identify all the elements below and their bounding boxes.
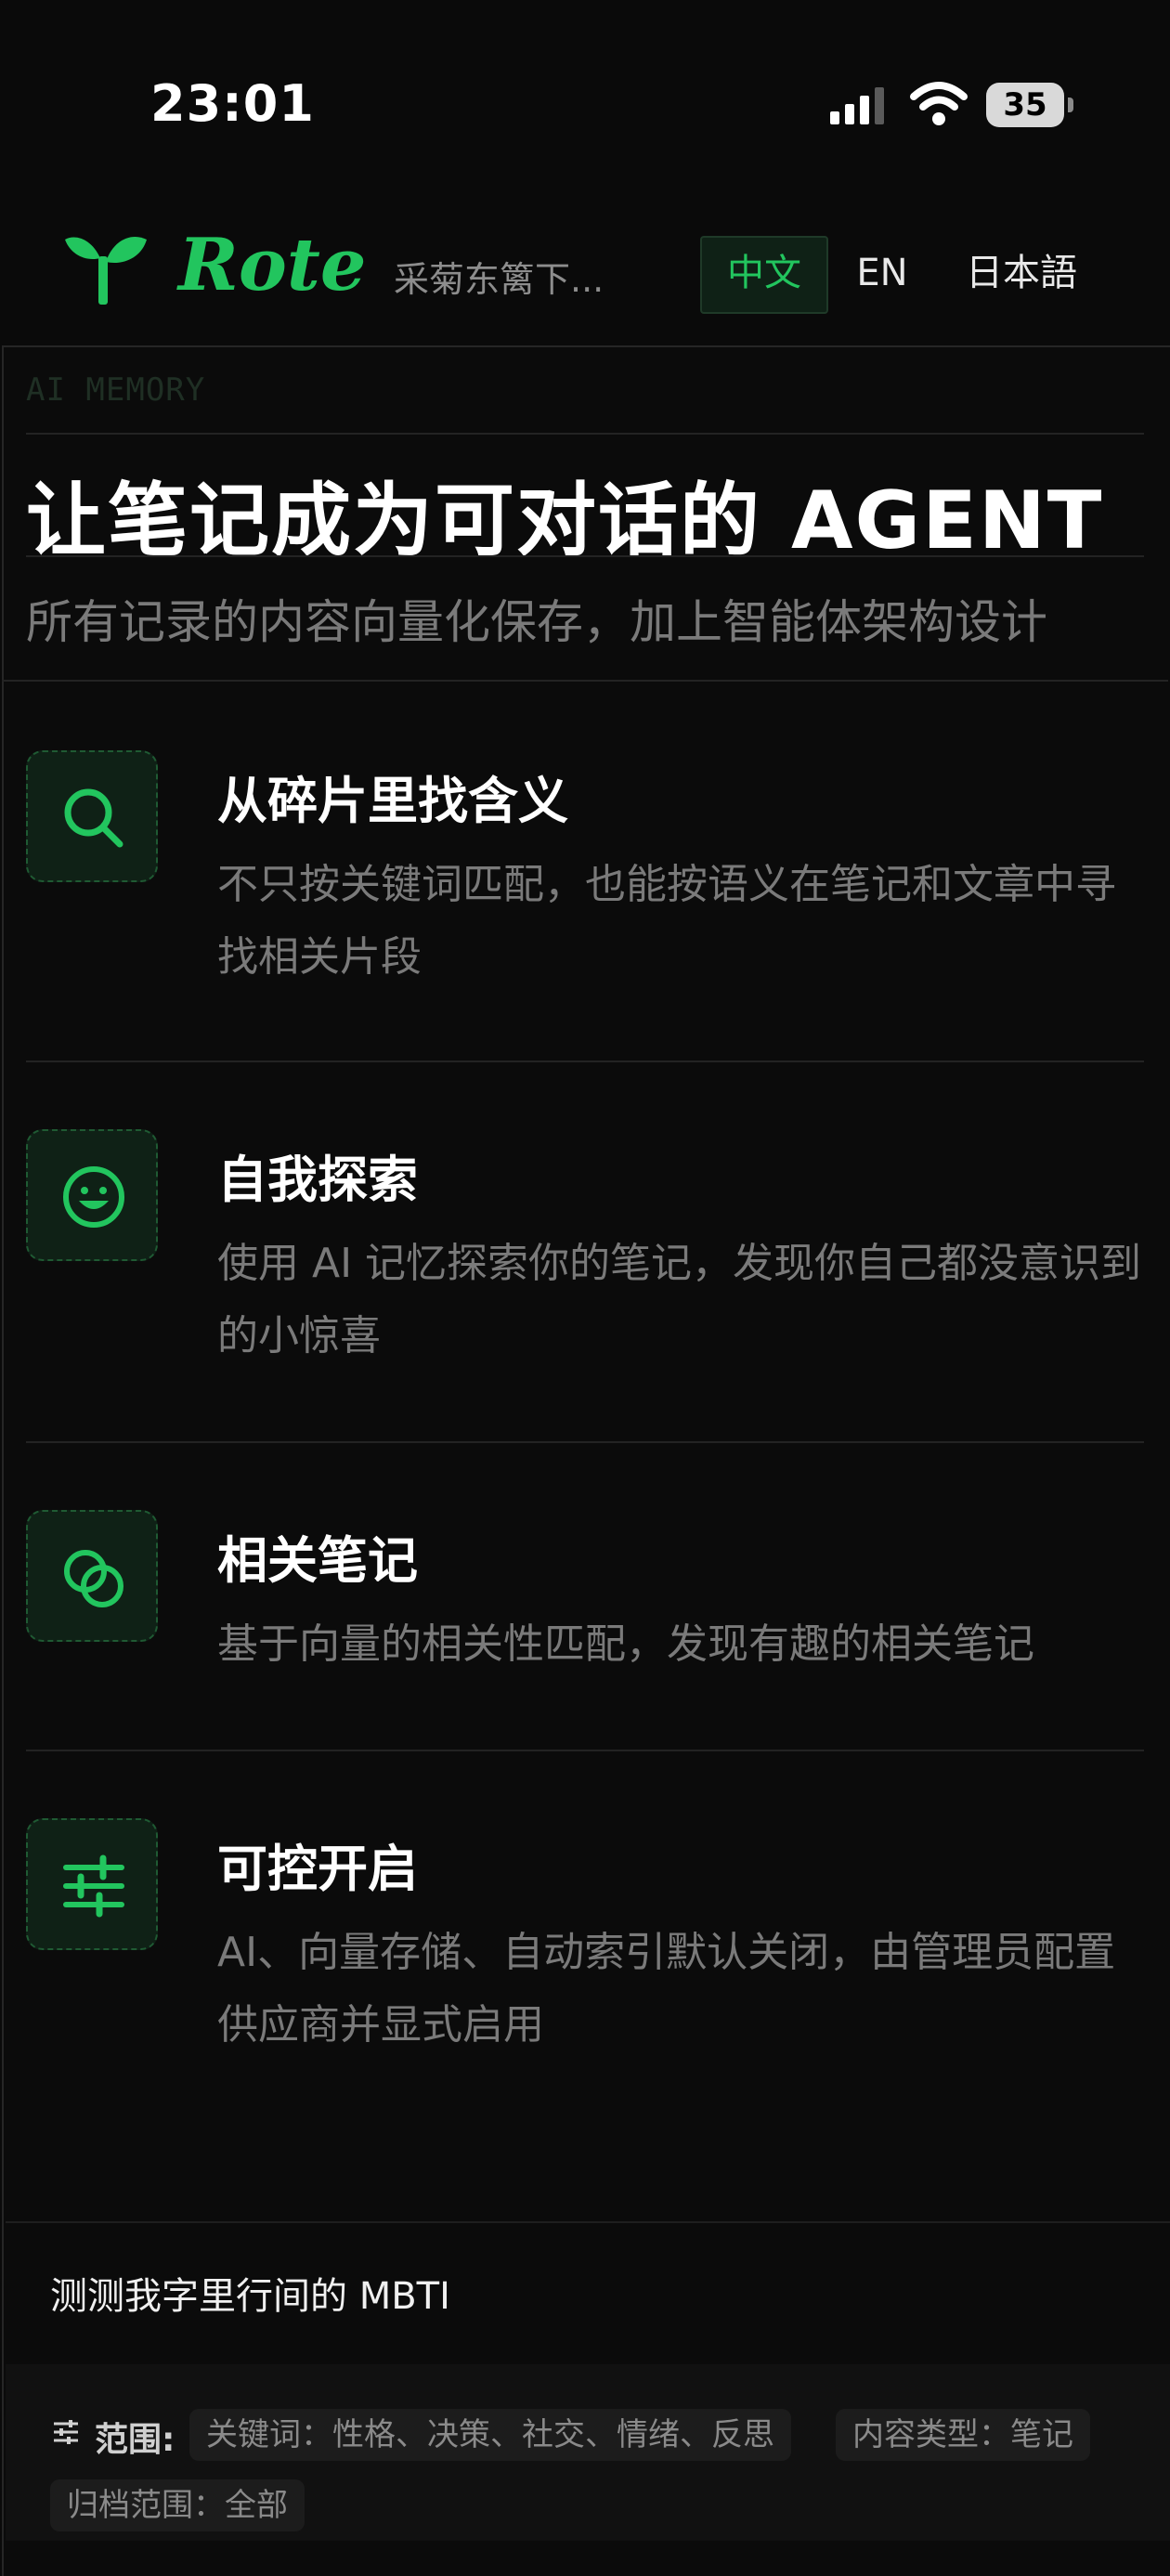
feature-icon-box (26, 750, 158, 882)
feature-title: 从碎片里找含义 (217, 772, 568, 830)
hero-title: 让笔记成为可对话的 AGENT (26, 475, 1104, 567)
filter-sliders-icon (54, 2420, 78, 2444)
feature-item: 可控开启 AI、向量存储、自动索引默认关闭，由管理员配置供应商并显式启用 (26, 1818, 1146, 2097)
feature-icon-box (26, 1510, 158, 1642)
feature-icon-box (26, 1129, 158, 1261)
feature-title: 自我探索 (217, 1151, 418, 1209)
section-kicker: AI MEMORY (26, 371, 206, 409)
lang-zh-button[interactable]: 中文 (700, 236, 828, 314)
sliders-icon (63, 1854, 124, 1918)
lang-en-button[interactable]: EN (845, 236, 919, 310)
feature-item: 相关笔记 基于向量的相关性匹配，发现有趣的相关笔记 (26, 1510, 1146, 1714)
cellular-signal-icon (830, 87, 884, 124)
feature-description: 使用 AI 记忆探索你的笔记，发现你自己都没意识到的小惊喜 (217, 1240, 1142, 1360)
smile-icon (63, 1166, 124, 1228)
wifi-icon (910, 82, 968, 125)
feature-item: 自我探索 使用 AI 记忆探索你的笔记，发现你自己都没意识到的小惊喜 (26, 1129, 1146, 1408)
status-bar: 23:01 35 (0, 0, 1170, 186)
scope-label: 范围: (95, 2421, 176, 2459)
divider (26, 1750, 1144, 1751)
scope-chip-keywords[interactable]: 关键词：性格、决策、社交、情绪、反思 (189, 2409, 791, 2461)
feature-title: 可控开启 (217, 1840, 418, 1898)
divider (26, 555, 1144, 557)
site-tagline: 采菊东篱下... (394, 259, 604, 300)
brand-logo-text[interactable]: Rote (178, 223, 367, 307)
feature-icon-box (26, 1818, 158, 1950)
battery-icon: 35 (986, 83, 1073, 127)
feature-title: 相关笔记 (217, 1531, 418, 1590)
hero-subtitle: 所有记录的内容向量化保存，加上智能体架构设计 (26, 595, 1047, 649)
battery-level: 35 (986, 83, 1064, 127)
mbti-title[interactable]: 测测我字里行间的 MBTI (50, 2266, 450, 2320)
scope-chip-content-type[interactable]: 内容类型：笔记 (836, 2409, 1090, 2461)
status-time: 23:01 (150, 74, 315, 133)
feature-description: 基于向量的相关性匹配，发现有趣的相关笔记 (217, 1620, 1034, 1668)
sprout-logo-icon (65, 237, 147, 305)
feature-description: 不只按关键词匹配，也能按语义在笔记和文章中寻找相关片段 (217, 861, 1116, 981)
feature-item: 从碎片里找含义 不只按关键词匹配，也能按语义在笔记和文章中寻找相关片段 (26, 750, 1146, 1029)
divider (26, 1441, 1144, 1443)
linked-circles-icon (64, 1550, 124, 1607)
search-icon (64, 788, 124, 848)
scope-chip-archive[interactable]: 归档范围：全部 (50, 2479, 305, 2531)
divider (26, 1060, 1144, 1062)
feature-description: AI、向量存储、自动索引默认关闭，由管理员配置供应商并显式启用 (217, 1929, 1116, 2049)
lang-ja-button[interactable]: 日本語 (956, 236, 1086, 310)
divider (26, 433, 1144, 435)
divider (2, 680, 1168, 682)
